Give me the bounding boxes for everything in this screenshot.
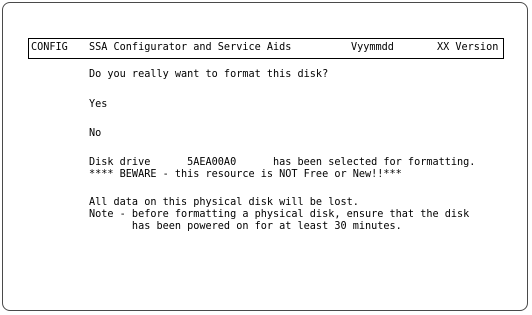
format-question: Do you really want to format this disk? <box>89 69 329 80</box>
option-no[interactable]: No <box>89 128 101 139</box>
screen-id-label: CONFIG <box>31 42 68 53</box>
selected-disk-message: Disk drive 5AEA00A0 has been selected fo… <box>89 157 476 168</box>
beware-warning: **** BEWARE - this resource is NOT Free … <box>89 169 402 180</box>
option-yes[interactable]: Yes <box>89 99 107 110</box>
note-line-2: has been powered on for at least 30 minu… <box>89 221 402 232</box>
data-loss-warning: All data on this physical disk will be l… <box>89 197 359 208</box>
date-label: Vyymmdd <box>351 42 394 53</box>
note-line-1: Note - before formatting a physical disk… <box>89 209 470 220</box>
version-label: XX Version <box>437 42 499 53</box>
app-title: SSA Configurator and Service Aids <box>89 42 292 53</box>
